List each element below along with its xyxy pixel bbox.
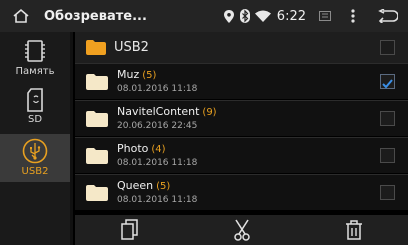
item-name: Photo — [117, 142, 149, 155]
folder-icon — [86, 73, 108, 90]
item-count: (9) — [202, 107, 217, 118]
select-all-checkbox[interactable] — [380, 40, 395, 55]
bluetooth-icon — [237, 0, 253, 32]
copy-icon — [121, 219, 138, 240]
home-icon — [13, 8, 29, 23]
action-toolbar — [75, 215, 408, 245]
item-count: (5) — [142, 70, 157, 81]
list-item[interactable]: Muz (5) 08.01.2016 11:18 — [75, 63, 408, 99]
item-date: 20.06.2016 22:45 — [117, 121, 198, 131]
storage-sidebar: Память SD USB2 — [0, 32, 73, 245]
list-item[interactable]: Photo (4) 08.01.2016 11:18 — [75, 137, 408, 173]
overflow-menu-button[interactable] — [338, 0, 368, 32]
item-date: 08.01.2016 11:18 — [117, 195, 198, 205]
delete-button[interactable] — [339, 217, 369, 243]
item-checkbox[interactable] — [380, 74, 395, 89]
sidebar-divider — [70, 32, 73, 245]
item-name: Queen — [117, 179, 154, 192]
item-date: 08.01.2016 11:18 — [117, 84, 198, 94]
item-checkbox[interactable] — [380, 185, 395, 200]
folder-icon — [86, 40, 106, 55]
item-date: 08.01.2016 11:18 — [117, 158, 198, 168]
clock: 6:22 — [276, 8, 306, 24]
item-checkbox[interactable] — [380, 148, 395, 163]
location-pin-icon — [221, 0, 237, 32]
folder-icon — [86, 110, 108, 127]
current-folder-row[interactable]: USB2 — [75, 32, 408, 63]
cut-button[interactable] — [227, 217, 257, 243]
sidebar-item-label: Память — [15, 66, 55, 77]
checkmark-icon — [382, 79, 393, 89]
cut-icon — [234, 219, 250, 241]
current-folder-name: USB2 — [114, 40, 149, 55]
status-bar: Обозревате... 6:22 — [0, 0, 408, 32]
copy-button[interactable] — [115, 217, 145, 243]
sd-card-icon — [27, 88, 43, 112]
memory-chip-icon — [25, 40, 45, 62]
delete-icon — [346, 220, 362, 240]
item-name: NavitelContent — [117, 105, 200, 118]
overflow-menu-icon — [351, 9, 355, 23]
item-name: Muz — [117, 68, 140, 81]
item-checkbox[interactable] — [380, 111, 395, 126]
sd-card-status-icon — [312, 0, 338, 32]
list-item[interactable]: NavitelContent (9) 20.06.2016 22:45 — [75, 100, 408, 136]
sidebar-item-label: SD — [27, 114, 43, 125]
folder-icon — [86, 184, 108, 201]
file-list: USB2 Muz (5) 08.01.2016 11:18 NavitelCont… — [75, 32, 408, 210]
sidebar-item-sd[interactable]: SD — [0, 86, 70, 134]
app-title: Обозревате... — [44, 8, 147, 24]
sidebar-item-memory[interactable]: Память — [0, 36, 70, 86]
sidebar-item-label: USB2 — [21, 166, 49, 177]
list-item[interactable]: Queen (5) 08.01.2016 11:18 — [75, 174, 408, 210]
home-button[interactable] — [6, 0, 36, 32]
back-button[interactable] — [368, 0, 408, 32]
wifi-icon — [253, 0, 273, 32]
sidebar-item-usb2[interactable]: USB2 — [0, 134, 70, 182]
back-icon — [378, 9, 398, 23]
folder-icon — [86, 147, 108, 164]
item-count: (4) — [151, 144, 166, 155]
usb-icon — [22, 138, 48, 164]
item-count: (5) — [156, 181, 171, 192]
